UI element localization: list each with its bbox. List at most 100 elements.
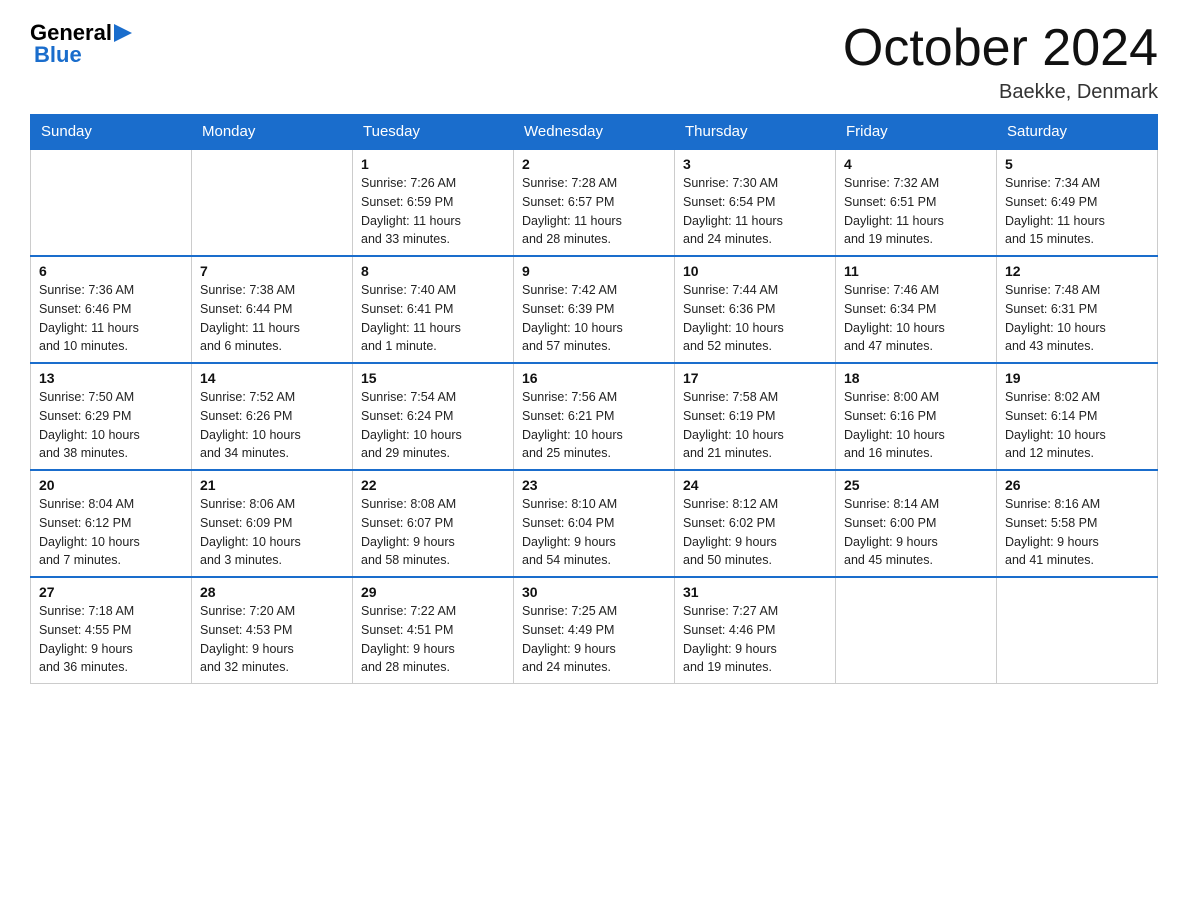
day-number: 31 [683, 584, 827, 600]
calendar-cell: 8Sunrise: 7:40 AMSunset: 6:41 PMDaylight… [353, 256, 514, 363]
day-info: Sunrise: 8:16 AMSunset: 5:58 PMDaylight:… [1005, 495, 1149, 570]
weekday-header-row: SundayMondayTuesdayWednesdayThursdayFrid… [31, 115, 1158, 150]
day-info: Sunrise: 7:32 AMSunset: 6:51 PMDaylight:… [844, 174, 988, 249]
day-number: 19 [1005, 370, 1149, 386]
logo-blue-text: Blue [34, 42, 82, 68]
calendar-cell: 11Sunrise: 7:46 AMSunset: 6:34 PMDayligh… [836, 256, 997, 363]
day-info: Sunrise: 8:10 AMSunset: 6:04 PMDaylight:… [522, 495, 666, 570]
calendar-cell: 7 Sunrise: 7:38 AMSunset: 6:44 PMDaylight… [192, 256, 353, 363]
calendar-cell: 12 Sunrise: 7:48 AMSunset: 6:31 PMDayligh… [997, 256, 1158, 363]
day-number: 4 [844, 156, 988, 172]
day-info: Sunrise: 7:54 AMSunset: 6:24 PMDaylight:… [361, 388, 505, 463]
day-number: 22 [361, 477, 505, 493]
day-number: 30 [522, 584, 666, 600]
day-number: 21 [200, 477, 344, 493]
calendar-cell [31, 149, 192, 256]
day-number: 24 [683, 477, 827, 493]
calendar-cell: 2 Sunrise: 7:28 AMSunset: 6:57 PMDaylight… [514, 149, 675, 256]
calendar-cell: 26 Sunrise: 8:16 AMSunset: 5:58 PMDayligh… [997, 470, 1158, 577]
day-number: 1 [361, 156, 505, 172]
calendar-table: SundayMondayTuesdayWednesdayThursdayFrid… [30, 114, 1158, 684]
day-info: Sunrise: 7:22 AMSunset: 4:51 PMDaylight:… [361, 602, 505, 677]
calendar-week-5: 27 Sunrise: 7:18 AMSunset: 4:55 PMDayligh… [31, 577, 1158, 684]
calendar-cell: 19 Sunrise: 8:02 AMSunset: 6:14 PMDayligh… [997, 363, 1158, 470]
day-number: 27 [39, 584, 183, 600]
calendar-cell: 1 Sunrise: 7:26 AMSunset: 6:59 PMDaylight… [353, 149, 514, 256]
location: Baekke, Denmark [843, 81, 1158, 104]
day-number: 20 [39, 477, 183, 493]
day-info: Sunrise: 7:26 AMSunset: 6:59 PMDaylight:… [361, 174, 505, 249]
weekday-header-sunday: Sunday [31, 115, 192, 150]
day-info: Sunrise: 7:46 AMSunset: 6:34 PMDaylight:… [844, 281, 988, 356]
calendar-cell: 14Sunrise: 7:52 AMSunset: 6:26 PMDayligh… [192, 363, 353, 470]
calendar-cell: 24 Sunrise: 8:12 AMSunset: 6:02 PMDayligh… [675, 470, 836, 577]
calendar-week-3: 13 Sunrise: 7:50 AMSunset: 6:29 PMDayligh… [31, 363, 1158, 470]
day-info: Sunrise: 7:38 AMSunset: 6:44 PMDaylight:… [200, 281, 344, 356]
calendar-cell: 30 Sunrise: 7:25 AMSunset: 4:49 PMDayligh… [514, 577, 675, 684]
day-info: Sunrise: 7:58 AMSunset: 6:19 PMDaylight:… [683, 388, 827, 463]
calendar-cell: 25Sunrise: 8:14 AMSunset: 6:00 PMDayligh… [836, 470, 997, 577]
weekday-header-wednesday: Wednesday [514, 115, 675, 150]
calendar-cell [997, 577, 1158, 684]
calendar-week-4: 20 Sunrise: 8:04 AMSunset: 6:12 PMDayligh… [31, 470, 1158, 577]
weekday-header-saturday: Saturday [997, 115, 1158, 150]
calendar-cell: 22 Sunrise: 8:08 AMSunset: 6:07 PMDayligh… [353, 470, 514, 577]
day-number: 28 [200, 584, 344, 600]
day-info: Sunrise: 8:02 AMSunset: 6:14 PMDaylight:… [1005, 388, 1149, 463]
day-number: 17 [683, 370, 827, 386]
day-info: Sunrise: 7:30 AMSunset: 6:54 PMDaylight:… [683, 174, 827, 249]
day-info: Sunrise: 8:12 AMSunset: 6:02 PMDaylight:… [683, 495, 827, 570]
day-info: Sunrise: 8:06 AMSunset: 6:09 PMDaylight:… [200, 495, 344, 570]
day-number: 26 [1005, 477, 1149, 493]
day-number: 10 [683, 263, 827, 279]
day-info: Sunrise: 7:25 AMSunset: 4:49 PMDaylight:… [522, 602, 666, 677]
calendar-cell: 17 Sunrise: 7:58 AMSunset: 6:19 PMDayligh… [675, 363, 836, 470]
day-info: Sunrise: 7:50 AMSunset: 6:29 PMDaylight:… [39, 388, 183, 463]
day-number: 7 [200, 263, 344, 279]
day-number: 23 [522, 477, 666, 493]
calendar-week-1: 1 Sunrise: 7:26 AMSunset: 6:59 PMDaylight… [31, 149, 1158, 256]
day-info: Sunrise: 7:36 AMSunset: 6:46 PMDaylight:… [39, 281, 183, 356]
calendar-cell: 5Sunrise: 7:34 AMSunset: 6:49 PMDaylight… [997, 149, 1158, 256]
calendar-cell: 4 Sunrise: 7:32 AMSunset: 6:51 PMDaylight… [836, 149, 997, 256]
weekday-header-thursday: Thursday [675, 115, 836, 150]
day-number: 13 [39, 370, 183, 386]
weekday-header-tuesday: Tuesday [353, 115, 514, 150]
day-number: 25 [844, 477, 988, 493]
day-number: 12 [1005, 263, 1149, 279]
calendar-cell: 21 Sunrise: 8:06 AMSunset: 6:09 PMDayligh… [192, 470, 353, 577]
day-number: 8 [361, 263, 505, 279]
weekday-header-friday: Friday [836, 115, 997, 150]
calendar-cell: 10Sunrise: 7:44 AMSunset: 6:36 PMDayligh… [675, 256, 836, 363]
day-number: 2 [522, 156, 666, 172]
day-number: 18 [844, 370, 988, 386]
day-info: Sunrise: 7:27 AMSunset: 4:46 PMDaylight:… [683, 602, 827, 677]
day-info: Sunrise: 8:08 AMSunset: 6:07 PMDaylight:… [361, 495, 505, 570]
day-info: Sunrise: 8:00 AMSunset: 6:16 PMDaylight:… [844, 388, 988, 463]
calendar-cell: 31 Sunrise: 7:27 AMSunset: 4:46 PMDayligh… [675, 577, 836, 684]
weekday-header-monday: Monday [192, 115, 353, 150]
calendar-cell: 23 Sunrise: 8:10 AMSunset: 6:04 PMDayligh… [514, 470, 675, 577]
day-info: Sunrise: 7:34 AMSunset: 6:49 PMDaylight:… [1005, 174, 1149, 249]
month-title: October 2024 [843, 20, 1158, 77]
calendar-cell: 9Sunrise: 7:42 AMSunset: 6:39 PMDaylight… [514, 256, 675, 363]
calendar-cell: 29Sunrise: 7:22 AMSunset: 4:51 PMDayligh… [353, 577, 514, 684]
day-number: 15 [361, 370, 505, 386]
day-number: 3 [683, 156, 827, 172]
day-info: Sunrise: 7:28 AMSunset: 6:57 PMDaylight:… [522, 174, 666, 249]
day-info: Sunrise: 7:18 AMSunset: 4:55 PMDaylight:… [39, 602, 183, 677]
calendar-week-2: 6 Sunrise: 7:36 AMSunset: 6:46 PMDaylight… [31, 256, 1158, 363]
calendar-cell [192, 149, 353, 256]
calendar-cell: 18 Sunrise: 8:00 AMSunset: 6:16 PMDayligh… [836, 363, 997, 470]
day-number: 6 [39, 263, 183, 279]
calendar-cell: 6 Sunrise: 7:36 AMSunset: 6:46 PMDaylight… [31, 256, 192, 363]
calendar-cell: 16Sunrise: 7:56 AMSunset: 6:21 PMDayligh… [514, 363, 675, 470]
calendar-cell: 20 Sunrise: 8:04 AMSunset: 6:12 PMDayligh… [31, 470, 192, 577]
day-info: Sunrise: 7:48 AMSunset: 6:31 PMDaylight:… [1005, 281, 1149, 356]
day-info: Sunrise: 7:20 AMSunset: 4:53 PMDaylight:… [200, 602, 344, 677]
calendar-cell: 3 Sunrise: 7:30 AMSunset: 6:54 PMDaylight… [675, 149, 836, 256]
calendar-cell: 28 Sunrise: 7:20 AMSunset: 4:53 PMDayligh… [192, 577, 353, 684]
day-number: 9 [522, 263, 666, 279]
calendar-cell: 27 Sunrise: 7:18 AMSunset: 4:55 PMDayligh… [31, 577, 192, 684]
day-info: Sunrise: 8:04 AMSunset: 6:12 PMDaylight:… [39, 495, 183, 570]
